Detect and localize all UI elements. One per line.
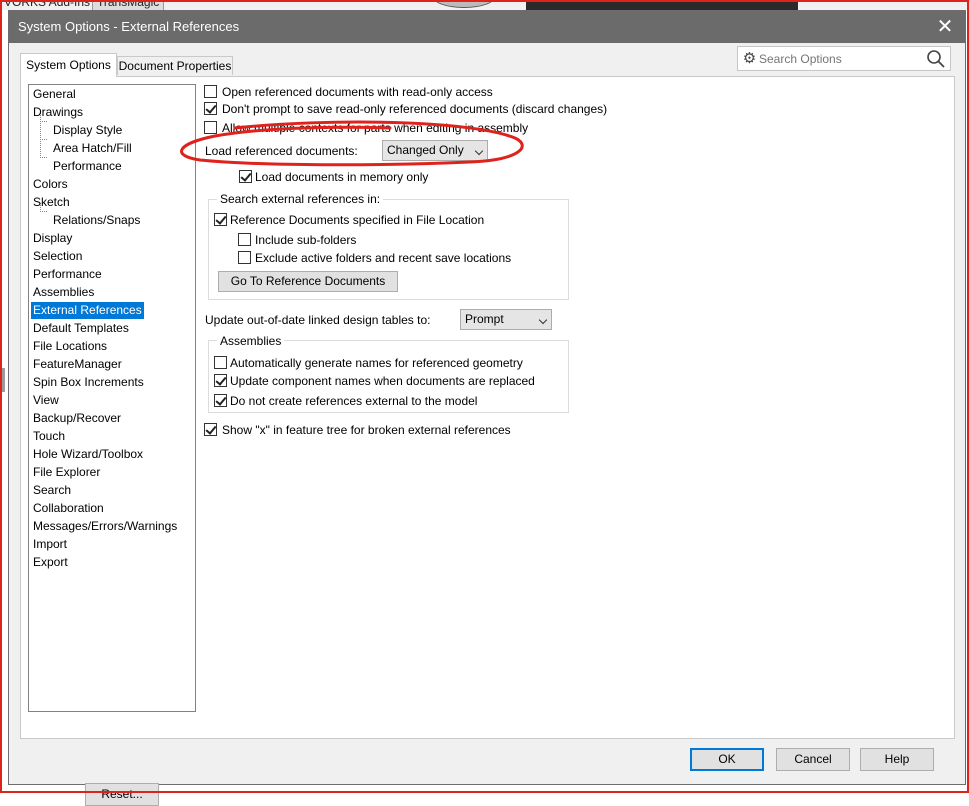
checkbox-reference-docs[interactable]	[214, 213, 227, 226]
option-label: Do not create references external to the…	[230, 394, 478, 408]
tab-system-options[interactable]: System Options	[20, 53, 117, 77]
option-label: Exclude active folders and recent save l…	[255, 251, 512, 265]
tree-item-file-locations[interactable]: File Locations	[31, 338, 109, 355]
tree-item-search[interactable]: Search	[31, 482, 73, 499]
tree-item-selection[interactable]: Selection	[31, 248, 84, 265]
background-graphic	[433, 0, 495, 8]
tree-item-featuremanager[interactable]: FeatureManager	[31, 356, 124, 373]
option-label: Include sub-folders	[255, 233, 357, 247]
checkbox-update-component[interactable]	[214, 374, 227, 387]
window-edge-handle	[0, 368, 5, 392]
option-label: Load documents in memory only	[255, 170, 429, 184]
tree-item-backup-recover[interactable]: Backup/Recover	[31, 410, 123, 427]
go-to-reference-documents-button[interactable]: Go To Reference Documents	[218, 271, 398, 292]
tree-connector	[40, 139, 47, 140]
tree-item-hole-wizard-toolbox[interactable]: Hole Wizard/Toolbox	[31, 446, 145, 463]
tree-item-collaboration[interactable]: Collaboration	[31, 500, 106, 517]
tree-item-performance[interactable]: Performance	[51, 158, 124, 175]
option-label: Reference Documents specified in File Lo…	[230, 213, 485, 227]
tree-item-display[interactable]: Display	[31, 230, 74, 247]
tree-item-area-hatch-fill[interactable]: Area Hatch/Fill	[51, 140, 134, 157]
title-bar: System Options - External References ✕	[9, 11, 965, 43]
checkbox-open-readonly[interactable]	[204, 85, 217, 98]
system-options-dialog: System Options - External References ✕ S…	[8, 10, 966, 806]
dialog-title: System Options - External References	[18, 19, 240, 34]
tree-item-import[interactable]: Import	[31, 536, 69, 553]
tree-item-drawings[interactable]: Drawings	[31, 104, 85, 121]
tree-item-display-style[interactable]: Display Style	[51, 122, 124, 139]
checkbox-load-in-memory[interactable]	[239, 170, 252, 183]
tree-item-export[interactable]: Export	[31, 554, 70, 571]
option-label: Allow multiple contexts for parts when e…	[222, 121, 529, 135]
option-label: Update component names when documents ar…	[230, 374, 535, 388]
update-tables-dropdown[interactable]: Prompt	[460, 309, 552, 330]
gear-icon[interactable]: ⚙	[741, 50, 758, 67]
reset-button[interactable]: Reset...	[85, 783, 159, 806]
background-app-strip: VORKS Add-Ins TransMagic	[0, 0, 969, 10]
assemblies-group-title: Assemblies	[217, 334, 285, 348]
tree-connector	[40, 211, 47, 212]
tree-connector	[40, 157, 47, 158]
tree-item-colors[interactable]: Colors	[31, 176, 70, 193]
cancel-button[interactable]: Cancel	[776, 748, 850, 771]
checkbox-do-not-create[interactable]	[214, 394, 227, 407]
update-tables-value: Prompt	[465, 312, 504, 326]
search-input[interactable]	[759, 49, 919, 68]
ok-button[interactable]: OK	[690, 748, 764, 771]
close-button[interactable]: ✕	[931, 14, 959, 40]
tree-item-file-explorer[interactable]: File Explorer	[31, 464, 102, 481]
checkbox-show-x[interactable]	[204, 423, 217, 436]
tab-document-properties[interactable]: Document Properties	[117, 56, 233, 75]
load-referenced-label: Load referenced documents:	[205, 144, 358, 158]
background-tab-transmagic: TransMagic	[92, 0, 165, 10]
tree-item-spin-box-increments[interactable]: Spin Box Increments	[31, 374, 146, 391]
help-button[interactable]: Help	[860, 748, 934, 771]
chevron-down-icon	[538, 315, 548, 325]
option-label: Automatically generate names for referen…	[230, 356, 523, 370]
background-toolbar	[526, 0, 798, 10]
checkbox-dont-prompt[interactable]	[204, 102, 217, 115]
tree-connector	[40, 121, 47, 122]
option-label: Don't prompt to save read-only reference…	[222, 102, 608, 116]
background-tab-addins: VORKS Add-Ins	[4, 0, 91, 9]
option-label: Open referenced documents with read-only…	[222, 85, 493, 99]
tree-item-assemblies[interactable]: Assemblies	[31, 284, 96, 301]
tree-item-touch[interactable]: Touch	[31, 428, 67, 445]
checkbox-auto-generate[interactable]	[214, 356, 227, 369]
load-referenced-dropdown[interactable]: Changed Only	[382, 140, 488, 161]
search-icon[interactable]	[926, 49, 946, 69]
tree-item-sketch[interactable]: Sketch	[31, 194, 72, 211]
checkbox-allow-multiple[interactable]	[204, 121, 217, 134]
tree-item-relations-snaps[interactable]: Relations/Snaps	[51, 212, 142, 229]
tree-item-general[interactable]: General	[31, 86, 78, 103]
tree-item-default-templates[interactable]: Default Templates	[31, 320, 131, 337]
tree-item-view[interactable]: View	[31, 392, 61, 409]
checkbox-include-subfolders[interactable]	[238, 233, 251, 246]
update-tables-label: Update out-of-date linked design tables …	[205, 313, 431, 327]
tree-item-external-references[interactable]: External References	[31, 302, 144, 319]
chevron-down-icon	[474, 146, 484, 156]
option-label: Show "x" in feature tree for broken exte…	[222, 423, 511, 437]
options-tree[interactable]: General Drawings Display Style Area Hatch/F…	[28, 84, 196, 712]
tree-item-messages-errors-warnings[interactable]: Messages/Errors/Warnings	[31, 518, 179, 535]
search-options-box[interactable]: ⚙	[737, 46, 951, 71]
load-referenced-value: Changed Only	[387, 143, 464, 157]
tree-item-performance[interactable]: Performance	[31, 266, 104, 283]
search-references-group-title: Search external references in:	[217, 192, 384, 206]
checkbox-exclude-active[interactable]	[238, 251, 251, 264]
options-panel: General Drawings Display Style Area Hatch/F…	[20, 76, 955, 806]
